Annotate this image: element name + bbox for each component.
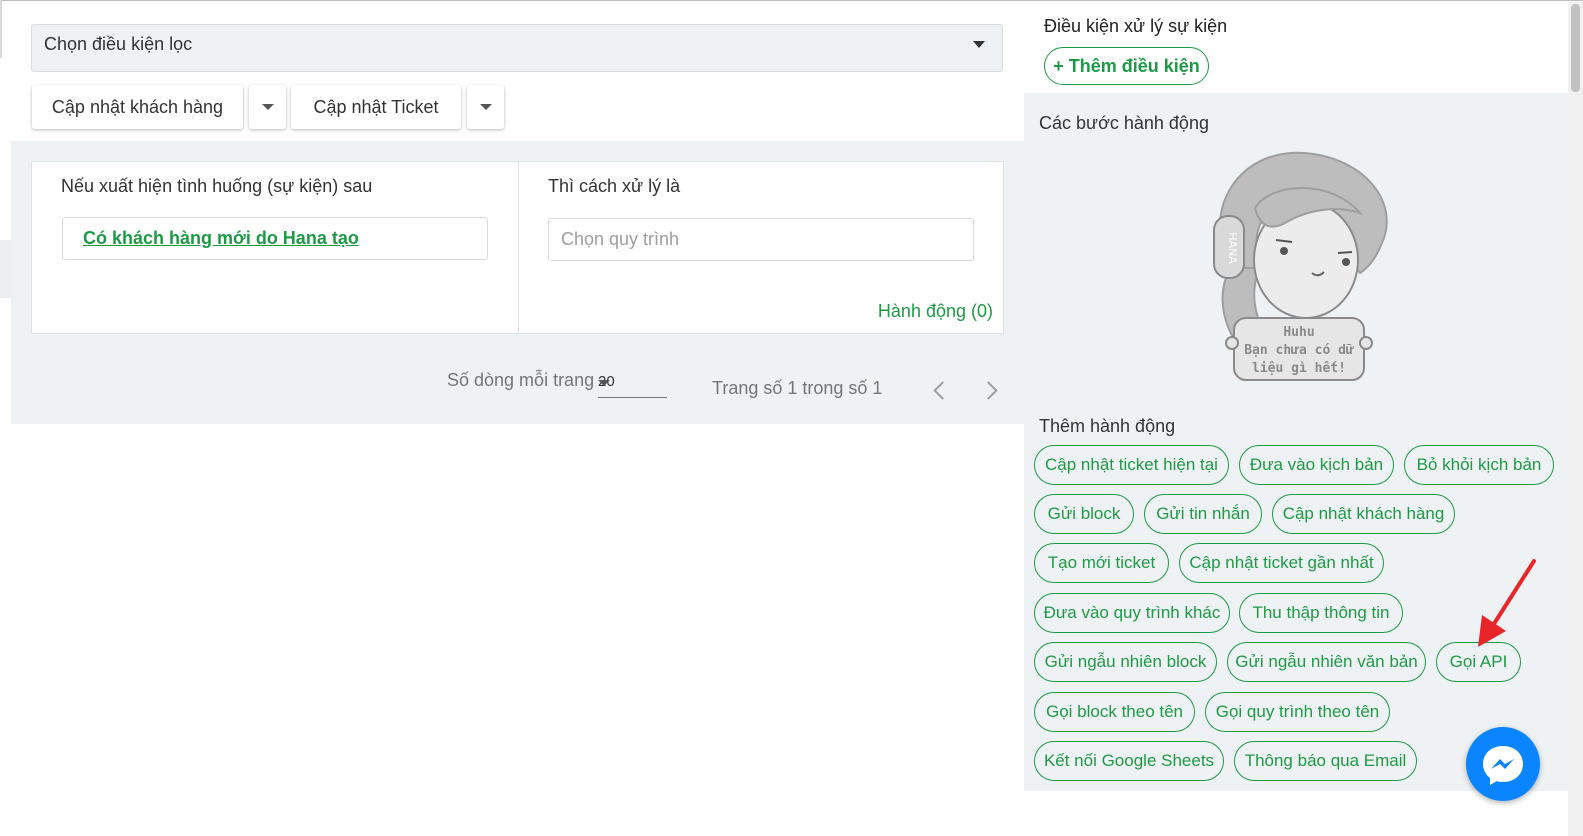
action-label: Cập nhật ticket hiện tại bbox=[1045, 455, 1218, 474]
action-label: Gửi block bbox=[1047, 504, 1121, 523]
action-label: Đưa vào kịch bản bbox=[1249, 455, 1384, 474]
page-info: Trang số 1 trong số 1 bbox=[712, 378, 883, 398]
red-arrow-annotation bbox=[1478, 559, 1536, 647]
action-send-random-block[interactable]: Gửi ngẫu nhiên block bbox=[1034, 642, 1217, 682]
action-create-ticket[interactable]: Tạo mới ticket bbox=[1034, 543, 1169, 583]
empty-line-2: Bạn chưa có dữ bbox=[1244, 343, 1354, 358]
action-label: Cập nhật ticket gần nhất bbox=[1189, 553, 1374, 572]
action-add-to-scenario[interactable]: Đưa vào kịch bản bbox=[1239, 445, 1394, 485]
action-update-customer[interactable]: Cập nhật khách hàng bbox=[1272, 494, 1455, 534]
action-send-block[interactable]: Gửi block bbox=[1034, 494, 1134, 534]
action-label: Gửi tin nhắn bbox=[1156, 504, 1250, 523]
action-call-process-by-name[interactable]: Gọi quy trình theo tên bbox=[1205, 692, 1390, 732]
scrollbar[interactable] bbox=[1568, 1, 1583, 836]
action-email-notification[interactable]: Thông báo qua Email bbox=[1234, 741, 1417, 781]
update-customer-button[interactable]: Cập nhật khách hàng bbox=[32, 85, 243, 129]
update-ticket-button[interactable]: Cập nhật Ticket bbox=[291, 85, 461, 129]
rows-per-page-label: Số dòng mỗi trang bbox=[447, 370, 595, 390]
action-connect-google-sheets[interactable]: Kết nối Google Sheets bbox=[1034, 741, 1224, 781]
left-edge-tab bbox=[0, 240, 11, 298]
update-ticket-label: Cập nhật Ticket bbox=[313, 96, 439, 117]
trigger-header: Nếu xuất hiện tình huống (sự kiện) sau bbox=[61, 176, 373, 196]
filter-condition-select[interactable]: Chọn điều kiện lọc bbox=[31, 24, 1003, 72]
process-input[interactable] bbox=[548, 218, 974, 261]
action-remove-from-scenario[interactable]: Bỏ khỏi kịch bản bbox=[1404, 445, 1554, 485]
action-label: Kết nối Google Sheets bbox=[1043, 751, 1215, 770]
conditions-title: Điều kiện xử lý sự kiện bbox=[1044, 16, 1228, 36]
caret-down-icon bbox=[479, 104, 492, 110]
action-label: Tạo mới ticket bbox=[1047, 553, 1156, 572]
action-label: Thu thập thông tin bbox=[1252, 603, 1390, 622]
trigger-box: Có khách hàng mới do Hana tạo bbox=[62, 217, 488, 260]
action-label: Bỏ khỏi kịch bản bbox=[1416, 455, 1542, 474]
action-collect-info[interactable]: Thu thập thông tin bbox=[1239, 593, 1403, 633]
add-condition-button[interactable]: + Thêm điều kiện bbox=[1044, 47, 1209, 85]
action-label: Thông báo qua Email bbox=[1244, 751, 1407, 770]
empty-line-3: liệu gì hết! bbox=[1252, 361, 1346, 376]
empty-line-1: Huhu bbox=[1283, 325, 1314, 340]
actions-link[interactable]: Hành động (0) bbox=[878, 301, 993, 322]
action-call-block-by-name[interactable]: Gọi block theo tên bbox=[1034, 692, 1195, 732]
add-condition-label: + Thêm điều kiện bbox=[1053, 55, 1200, 76]
add-action-title: Thêm hành động bbox=[1039, 416, 1176, 436]
rule-divider bbox=[518, 162, 519, 333]
action-move-to-other-process[interactable]: Đưa vào quy trình khác bbox=[1034, 593, 1230, 633]
action-label: Gọi block theo tên bbox=[1045, 702, 1184, 721]
update-ticket-dropdown-button[interactable] bbox=[467, 85, 504, 129]
messenger-icon bbox=[1483, 746, 1523, 785]
action-update-current-ticket[interactable]: Cập nhật ticket hiện tại bbox=[1034, 445, 1229, 485]
action-update-latest-ticket[interactable]: Cập nhật ticket gần nhất bbox=[1179, 543, 1384, 583]
left-edge bbox=[0, 0, 2, 58]
action-label: Cập nhật khách hàng bbox=[1282, 504, 1445, 523]
action-label: Gửi ngẫu nhiên văn bản bbox=[1235, 652, 1418, 671]
action-send-random-text[interactable]: Gửi ngẫu nhiên văn bản bbox=[1227, 642, 1426, 682]
messenger-chat-button[interactable] bbox=[1466, 727, 1540, 801]
update-customer-dropdown-button[interactable] bbox=[249, 85, 286, 129]
action-label: Gửi ngẫu nhiên block bbox=[1044, 652, 1207, 671]
rule-card: Nếu xuất hiện tình huống (sự kiện) sau C… bbox=[31, 161, 1004, 334]
rows-per-page-select[interactable]: 20 bbox=[598, 371, 667, 398]
caret-down-icon bbox=[598, 380, 610, 386]
scrollbar-thumb[interactable] bbox=[1571, 4, 1580, 92]
process-header: Thì cách xử lý là bbox=[548, 176, 681, 196]
action-label: Gọi quy trình theo tên bbox=[1215, 702, 1380, 721]
trigger-link[interactable]: Có khách hàng mới do Hana tạo bbox=[83, 228, 359, 249]
action-send-message[interactable]: Gửi tin nhắn bbox=[1144, 494, 1262, 534]
filter-placeholder: Chọn điều kiện lọc bbox=[44, 34, 193, 54]
action-label: Đưa vào quy trình khác bbox=[1043, 603, 1221, 622]
action-label: Gọi API bbox=[1449, 652, 1508, 671]
svg-text:HANA: HANA bbox=[1226, 232, 1239, 264]
caret-down-icon bbox=[261, 104, 274, 110]
update-customer-label: Cập nhật khách hàng bbox=[51, 96, 224, 117]
empty-state-illustration: HANA Huhu Bạn chưa có dữ liệu gì hết! bbox=[1213, 151, 1388, 381]
caret-down-icon bbox=[973, 41, 985, 48]
steps-title: Các bước hành động bbox=[1039, 113, 1209, 133]
